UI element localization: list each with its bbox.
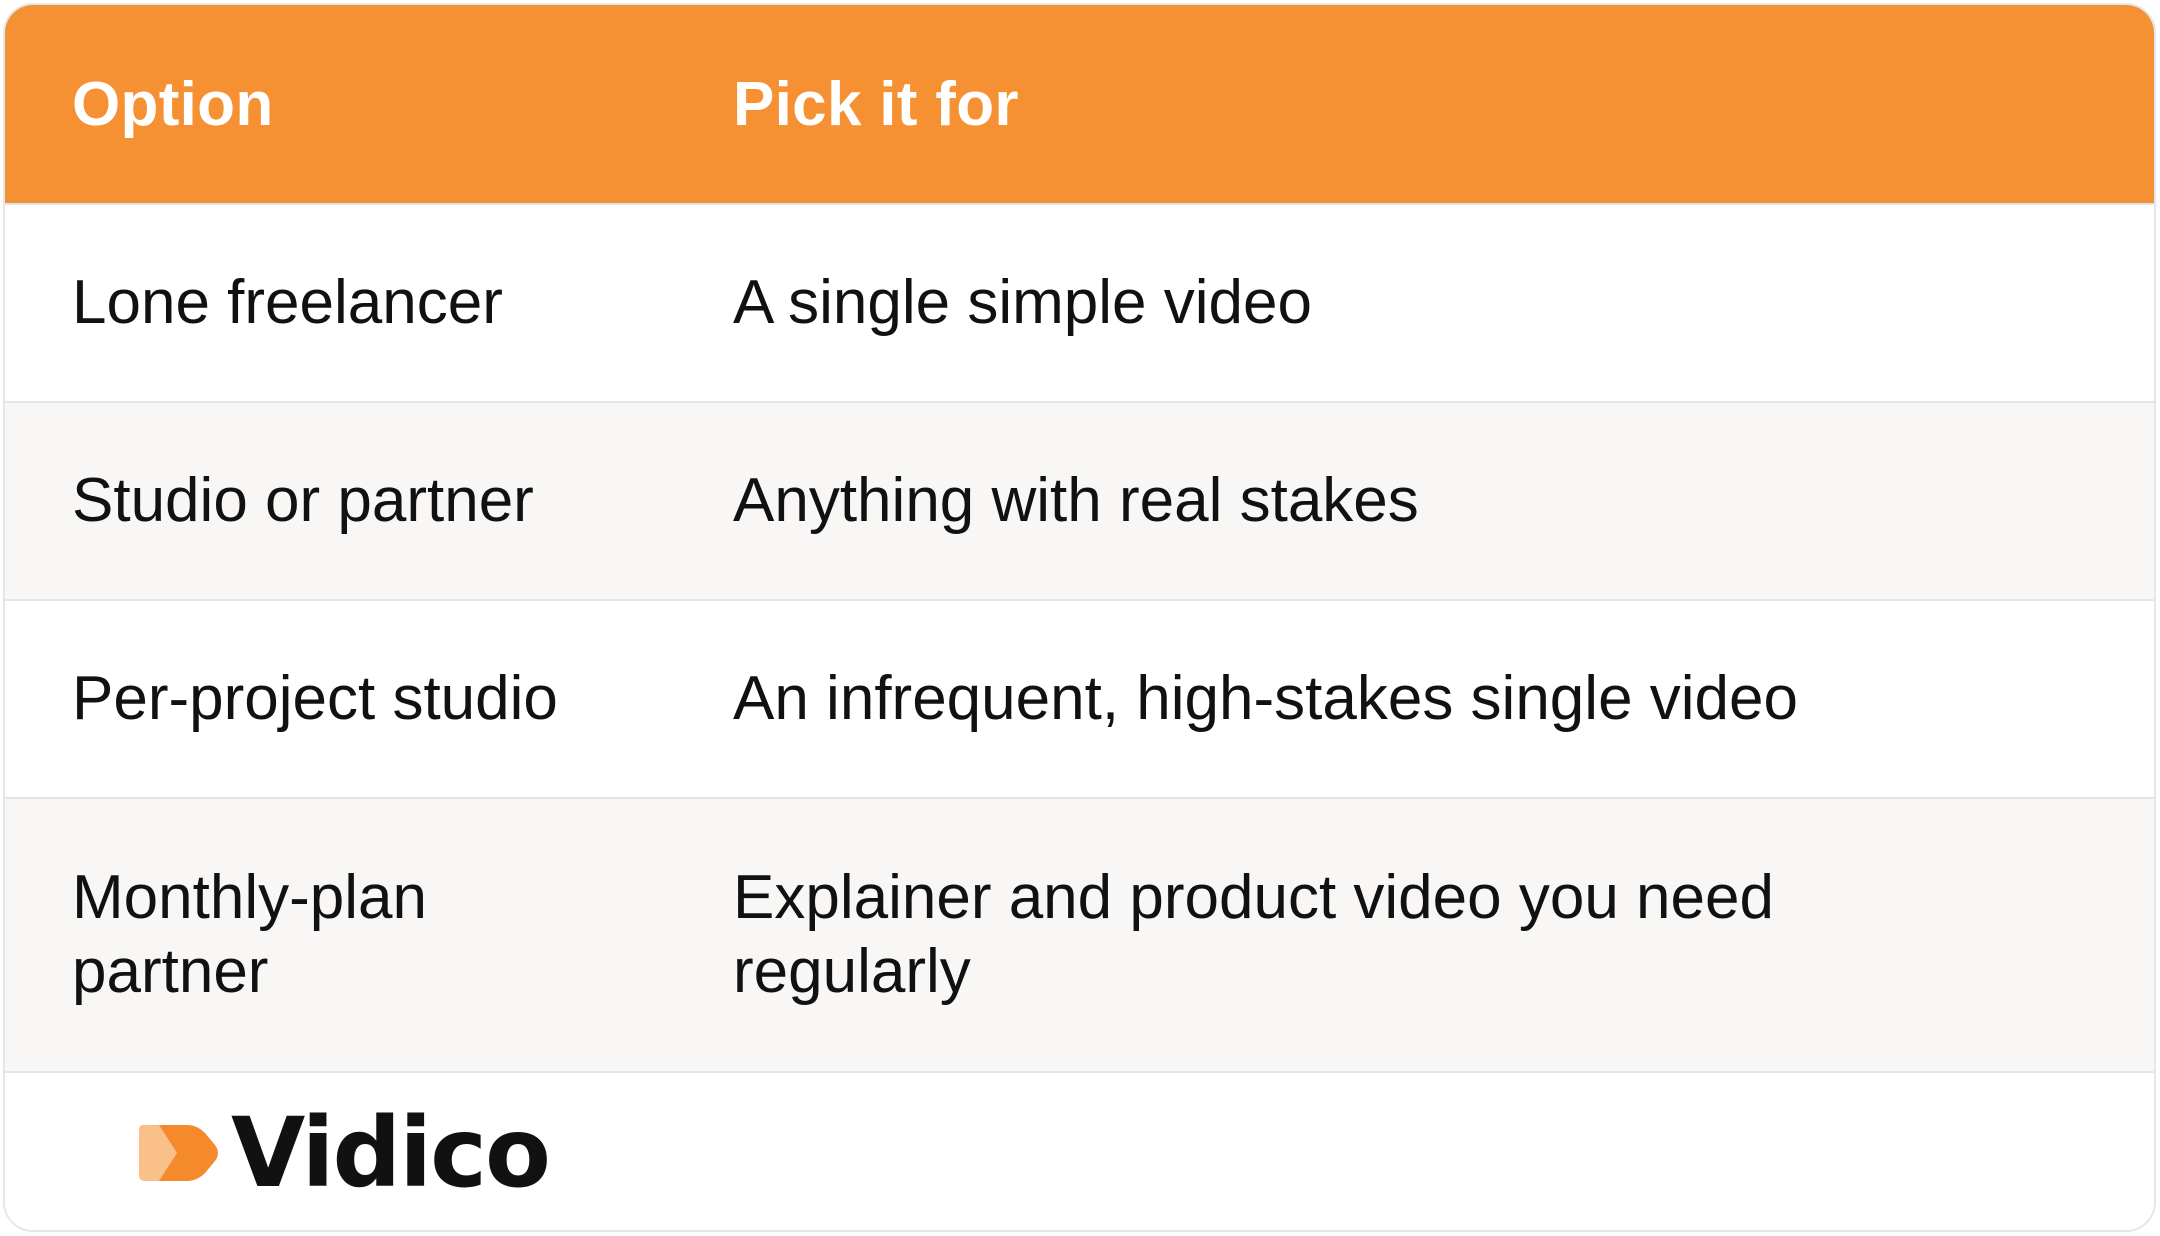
option-cell: Per-project studio: [72, 664, 558, 733]
table-row: Lone freelancer A single simple video: [5, 203, 2154, 401]
comparison-table: Option Pick it for Lone freelancer A sin…: [3, 3, 2156, 1232]
header-option: Option: [72, 69, 274, 139]
header-pick-it-for: Pick it for: [733, 69, 1019, 139]
pick-it-for-cell: An infrequent, high-stakes single video: [733, 664, 1798, 733]
table-row: Studio or partner Anything with real sta…: [5, 401, 2154, 599]
option-cell: Monthly-plan partner: [72, 863, 427, 1006]
footer: Vidico: [5, 1071, 2154, 1230]
option-cell: Lone freelancer: [72, 268, 503, 337]
play-arrow-logo-icon: [139, 1124, 218, 1181]
pick-it-for-cell: Explainer and product video you need reg…: [733, 863, 1774, 1006]
pick-it-for-cell: A single simple video: [733, 268, 1312, 337]
vidico-logo: Vidico: [137, 1096, 551, 1209]
option-cell: Studio or partner: [72, 466, 534, 535]
logo-wordmark: Vidico: [231, 1096, 551, 1209]
table-row: Monthly-plan partner Explainer and produ…: [5, 797, 2154, 1071]
table-row: Per-project studio An infrequent, high-s…: [5, 599, 2154, 797]
table-header-row: Option Pick it for: [5, 5, 2154, 203]
pick-it-for-cell: Anything with real stakes: [733, 466, 1419, 535]
